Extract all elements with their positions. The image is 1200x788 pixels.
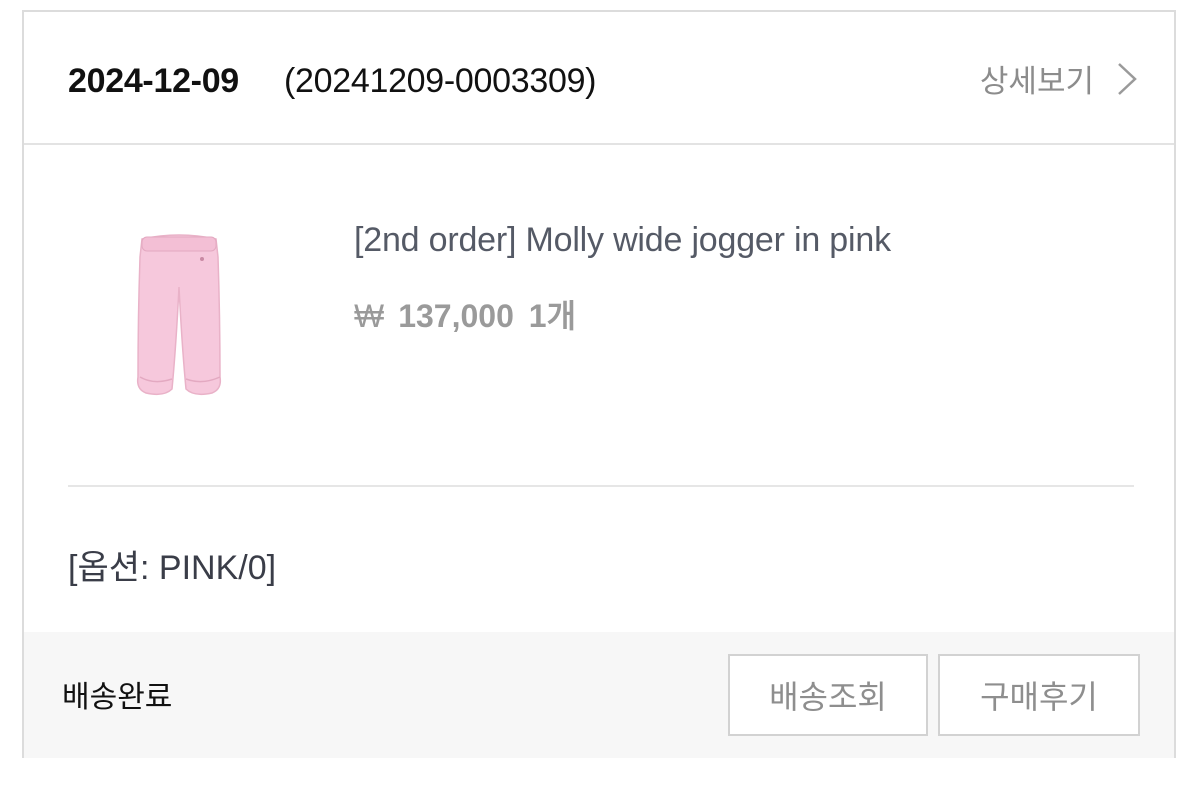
- product-name[interactable]: [2nd order] Molly wide jogger in pink: [354, 221, 891, 260]
- view-details-label: 상세보기: [979, 64, 1094, 99]
- order-number: (20241209-0003309): [284, 62, 597, 100]
- order-header: 2024-12-09 (20241209-0003309) 상세보기: [24, 12, 1174, 145]
- delivery-status: 배송완료: [62, 681, 173, 714]
- chevron-right-icon: [1118, 62, 1137, 95]
- price-line: ₩137,000 1개: [354, 291, 576, 337]
- order-footer: 배송완료 배송조회 구매후기: [24, 632, 1174, 758]
- divider: [68, 485, 1134, 487]
- currency-symbol: ₩: [354, 298, 385, 334]
- write-review-button[interactable]: 구매후기: [938, 654, 1140, 736]
- order-date: 2024-12-09: [68, 62, 239, 100]
- product-quantity: 1개: [528, 298, 577, 334]
- order-item: [2nd order] Molly wide jogger in pink ₩1…: [24, 145, 1174, 488]
- product-image[interactable]: [124, 227, 234, 407]
- product-option: [옵션: PINK/0]: [68, 549, 277, 587]
- product-price: 137,000: [398, 298, 514, 334]
- view-details-link[interactable]: 상세보기: [980, 56, 1138, 101]
- order-card: 2024-12-09 (20241209-0003309) 상세보기 [2nd …: [22, 10, 1176, 758]
- track-delivery-button[interactable]: 배송조회: [728, 654, 928, 736]
